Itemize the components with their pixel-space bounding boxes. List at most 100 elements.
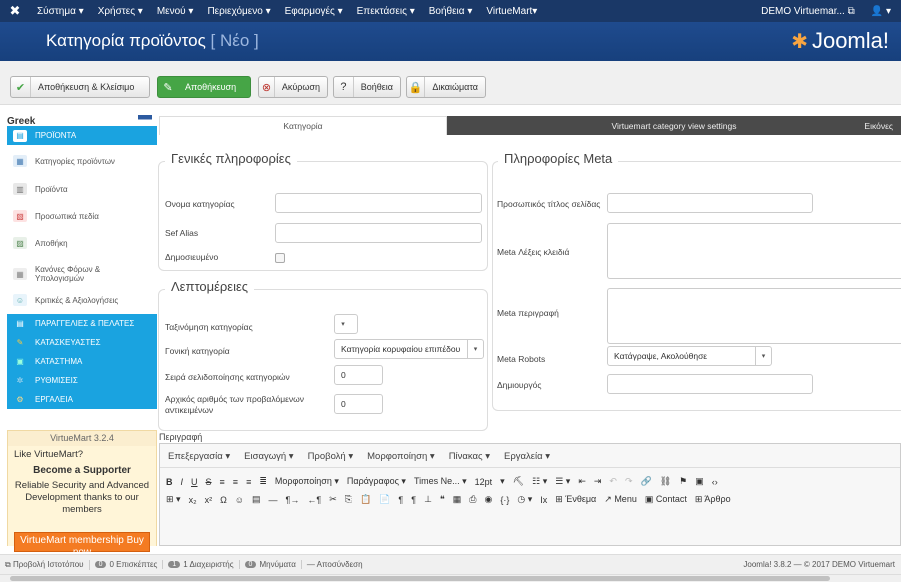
scrollbar-thumb[interactable] bbox=[10, 576, 830, 581]
initial-items-input[interactable]: 0 bbox=[334, 394, 383, 414]
visitors-status[interactable]: 00 Επισκέπτες bbox=[90, 560, 164, 569]
sidebar-item-tax-rules[interactable]: ▦ Κανόνες Φόρων & Υπολογισμών bbox=[7, 261, 157, 287]
editor-menu-view[interactable]: Προβολή ▾ bbox=[308, 451, 354, 462]
category-name-input[interactable] bbox=[275, 193, 482, 213]
insert-article-button[interactable]: ⊞ Άρθρο bbox=[695, 494, 731, 505]
cancel-button[interactable]: ⊗ Ακύρωση bbox=[258, 76, 328, 98]
menu-menus[interactable]: Μενού ▾ bbox=[150, 6, 201, 17]
save-button[interactable]: ✎ Αποθήκευση bbox=[157, 76, 251, 98]
sidebar-item-categories[interactable]: ▦ Κατηγορίες προϊόντων bbox=[7, 150, 157, 172]
unlink-icon[interactable]: ⛓ bbox=[660, 476, 671, 487]
editor-menu-format[interactable]: Μορφοποίηση ▾ bbox=[367, 451, 435, 462]
subcat-order-input[interactable]: 0 bbox=[334, 365, 383, 385]
meta-keywords-textarea[interactable] bbox=[607, 223, 901, 279]
joomla-logo-icon[interactable]: ✖ bbox=[0, 3, 30, 19]
size-chevron-icon[interactable]: ▾ bbox=[500, 476, 505, 487]
view-site-link[interactable]: ⧉ Προβολή Ιστοτόπου bbox=[0, 559, 90, 570]
visual-blocks-icon[interactable]: ¶ bbox=[411, 495, 416, 505]
sef-alias-input[interactable] bbox=[275, 223, 482, 243]
rtl-icon[interactable]: ←¶ bbox=[307, 495, 321, 505]
paste-text-icon[interactable]: 📄 bbox=[379, 494, 390, 505]
strikethrough-icon[interactable]: S bbox=[206, 477, 212, 487]
sidebar-item-products-list[interactable]: ▥ Προϊόντα bbox=[7, 178, 157, 200]
sidebar-item-tools[interactable]: ⚙ ΕΡΓΑΛΕΙΑ bbox=[7, 390, 157, 409]
ordering-select[interactable]: ▾ bbox=[334, 314, 358, 334]
align-center-icon[interactable]: ≡ bbox=[233, 477, 238, 487]
image-icon[interactable]: ▣ bbox=[695, 476, 704, 487]
horizontal-rule-icon[interactable]: — bbox=[269, 495, 278, 505]
messages-status[interactable]: 0 Μηνύματα bbox=[240, 560, 302, 569]
superscript-icon[interactable]: x² bbox=[205, 495, 213, 505]
help-button[interactable]: ? Βοήθεια bbox=[333, 76, 401, 98]
permissions-button[interactable]: 🔒 Δικαιώματα bbox=[406, 76, 486, 98]
parent-category-select[interactable]: Κατηγορία κορυφαίου επιπέδου ▾ bbox=[334, 339, 484, 359]
indent-icon[interactable]: ⇥ bbox=[594, 476, 602, 487]
visual-chars-icon[interactable]: ¶ bbox=[398, 495, 403, 505]
buy-membership-button[interactable]: VirtueMart membership Buy now bbox=[14, 532, 150, 558]
format-select[interactable]: Μορφοποίηση ▾ bbox=[275, 476, 339, 487]
insert-module-button[interactable]: ⊞ Ένθεμα bbox=[555, 494, 596, 505]
emoticon-icon[interactable]: ☺ bbox=[235, 495, 244, 505]
menu-help[interactable]: Βοήθεια ▾ bbox=[422, 6, 480, 17]
page-title-input[interactable] bbox=[607, 193, 813, 213]
find-replace-icon[interactable]: ⛏ bbox=[513, 476, 524, 487]
blockquote-icon[interactable]: ❝ bbox=[440, 494, 445, 505]
menu-system[interactable]: Σύστημα ▾ bbox=[30, 6, 91, 17]
meta-description-textarea[interactable] bbox=[607, 288, 901, 344]
editor-menu-edit[interactable]: Επεξεργασία ▾ bbox=[168, 451, 230, 462]
tab-view-settings[interactable]: Virtuemart category view settings Εικόνε… bbox=[447, 116, 901, 135]
italic-icon[interactable]: I bbox=[181, 477, 184, 487]
editor-menu-table[interactable]: Πίνακας ▾ bbox=[449, 451, 490, 462]
media-icon[interactable]: ▤ bbox=[252, 494, 261, 505]
author-input[interactable] bbox=[607, 374, 813, 394]
sidebar-item-store[interactable]: ▣ ΚΑΤΑΣΤΗΜΑ bbox=[7, 352, 157, 371]
source-code-icon[interactable]: {·} bbox=[500, 495, 509, 505]
special-char-icon[interactable]: Ω bbox=[220, 495, 227, 505]
align-left-icon[interactable]: ≡ bbox=[220, 477, 225, 487]
save-close-button[interactable]: ✔ Αποθήκευση & Κλείσιμο bbox=[10, 76, 150, 98]
editor-menu-insert[interactable]: Εισαγωγή ▾ bbox=[244, 451, 293, 462]
code-icon[interactable]: ‹› bbox=[712, 477, 718, 487]
copy-icon[interactable]: ⎘ bbox=[345, 494, 352, 505]
menu-content[interactable]: Περιεχόμενο ▾ bbox=[200, 6, 277, 17]
menu-components[interactable]: Εφαρμογές ▾ bbox=[278, 6, 350, 17]
insert-contact-button[interactable]: ▣ Contact bbox=[645, 494, 687, 505]
link-icon[interactable]: 🔗 bbox=[641, 476, 652, 487]
justify-icon[interactable]: ≣ bbox=[259, 476, 267, 487]
sidebar-item-manufacturers[interactable]: ✎ ΚΑΤΑΣΚΕΥΑΣΤΕΣ bbox=[7, 333, 157, 352]
editor-menu-tools[interactable]: Εργαλεία ▾ bbox=[504, 451, 550, 462]
sidebar-item-settings[interactable]: ✲ ΡΥΘΜΙΣΕΙΣ bbox=[7, 371, 157, 390]
meta-robots-select[interactable]: Κατάγραψε, Ακολούθησε ▾ bbox=[607, 346, 772, 366]
insert-datetime-icon[interactable]: ⊥ bbox=[424, 494, 432, 505]
anchor-icon[interactable]: ⚑ bbox=[679, 476, 687, 487]
published-checkbox[interactable] bbox=[275, 253, 285, 263]
menu-virtuemart[interactable]: VirtueMart▾ bbox=[479, 6, 544, 17]
template-icon[interactable]: ▦ bbox=[453, 494, 462, 505]
sidebar-item-products[interactable]: ▤ ΠΡΟΪΟΝΤΑ bbox=[7, 126, 157, 145]
align-right-icon[interactable]: ≡ bbox=[246, 477, 251, 487]
preview-icon[interactable]: ◉ bbox=[484, 494, 492, 505]
outdent-icon[interactable]: ⇤ bbox=[578, 476, 586, 487]
menu-users[interactable]: Χρήστες ▾ bbox=[91, 6, 150, 17]
bullet-list-icon[interactable]: ☷ ▾ bbox=[532, 476, 547, 487]
redo-icon[interactable]: ↷ bbox=[625, 476, 633, 487]
menu-extensions[interactable]: Επεκτάσεις ▾ bbox=[350, 6, 422, 17]
ltr-icon[interactable]: ¶→ bbox=[286, 495, 300, 505]
cut-icon[interactable]: ✂ bbox=[329, 494, 337, 505]
greek-flag-icon[interactable] bbox=[138, 115, 152, 124]
print-icon[interactable]: ⎙ bbox=[469, 494, 476, 505]
undo-icon[interactable]: ↶ bbox=[609, 476, 617, 487]
font-size-select[interactable]: 12pt bbox=[475, 477, 493, 487]
tab-images[interactable]: Εικόνες bbox=[864, 121, 893, 131]
table-icon[interactable]: ⊞ ▾ bbox=[166, 494, 181, 505]
sidebar-item-reviews[interactable]: ☺ Κριτικές & Αξιολογήσεις bbox=[7, 289, 157, 311]
bold-icon[interactable]: B bbox=[166, 477, 173, 487]
tab-category[interactable]: Κατηγορία bbox=[159, 116, 447, 135]
admins-status[interactable]: 11 Διαχειριστής bbox=[163, 560, 240, 569]
sidebar-item-inventory[interactable]: ▨ Αποθήκη bbox=[7, 232, 157, 254]
sidebar-item-custom-fields[interactable]: ▧ Προσωπικά πεδία bbox=[7, 205, 157, 227]
horizontal-scrollbar[interactable] bbox=[0, 574, 901, 582]
paragraph-select[interactable]: Παράγραφος ▾ bbox=[347, 476, 406, 487]
clear-format-icon[interactable]: Ix bbox=[540, 495, 547, 505]
sidebar-item-orders-customers[interactable]: ▤ ΠΑΡΑΓΓΕΛΙΕΣ & ΠΕΛΑΤΕΣ bbox=[7, 314, 157, 333]
